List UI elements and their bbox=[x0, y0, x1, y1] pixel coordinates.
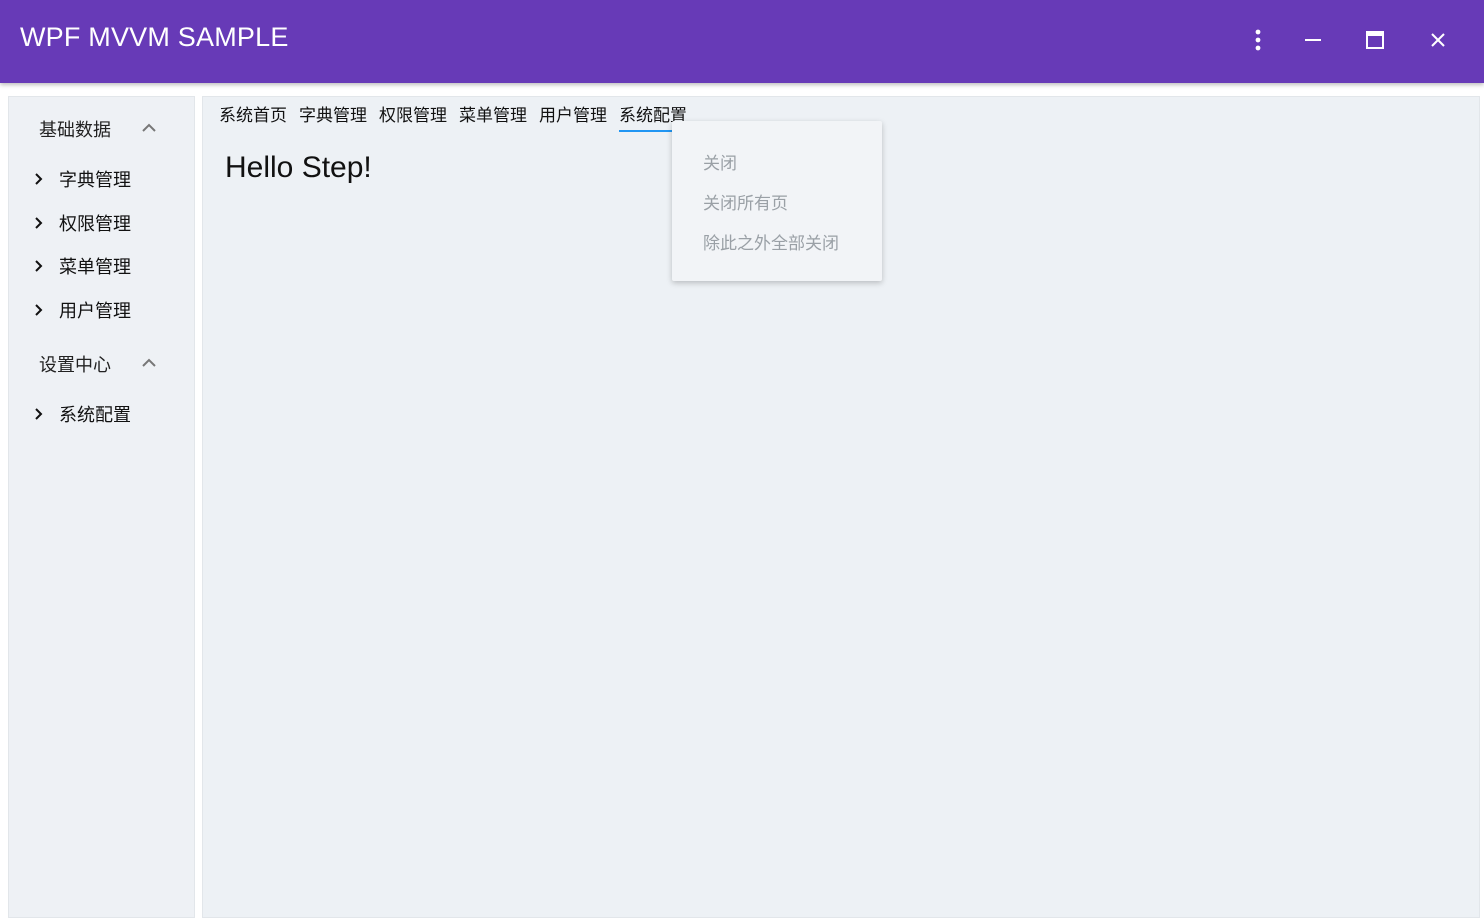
tab-strip: 系统首页 字典管理 权限管理 菜单管理 用户管理 系统配置 bbox=[219, 101, 699, 132]
sidebar-item-system-config[interactable]: 系统配置 bbox=[33, 398, 193, 430]
sidebar-item-permissions[interactable]: 权限管理 bbox=[33, 207, 193, 239]
sidebar: 基础数据 字典管理 权限管理 菜单管理 用户管理 设置中心 系统配置 bbox=[8, 96, 195, 918]
sidebar-item-label: 权限管理 bbox=[59, 214, 131, 235]
maximize-button[interactable] bbox=[1357, 22, 1393, 58]
sidebar-item-label: 字典管理 bbox=[59, 170, 131, 191]
chevron-right-icon bbox=[33, 407, 47, 421]
sidebar-group-basic-data[interactable]: 基础数据 bbox=[39, 114, 179, 144]
chevron-right-icon bbox=[33, 259, 47, 273]
sidebar-group-label: 基础数据 bbox=[39, 120, 111, 141]
tab-dictionary[interactable]: 字典管理 bbox=[299, 101, 367, 130]
sidebar-item-label: 菜单管理 bbox=[59, 257, 131, 278]
minimize-button[interactable] bbox=[1295, 22, 1331, 58]
sidebar-item-users[interactable]: 用户管理 bbox=[33, 294, 193, 326]
menu-item-close-others[interactable]: 除此之外全部关闭 bbox=[703, 229, 839, 254]
sidebar-item-label: 用户管理 bbox=[59, 301, 131, 322]
page-content-text: Hello Step! bbox=[225, 151, 372, 184]
tab-menus[interactable]: 菜单管理 bbox=[459, 101, 527, 130]
close-button[interactable] bbox=[1420, 22, 1456, 58]
close-icon bbox=[1430, 32, 1446, 48]
menu-item-close-all[interactable]: 关闭所有页 bbox=[703, 189, 788, 214]
sidebar-item-dictionary[interactable]: 字典管理 bbox=[33, 163, 193, 195]
tab-home[interactable]: 系统首页 bbox=[219, 101, 287, 130]
tab-permissions[interactable]: 权限管理 bbox=[379, 101, 447, 130]
chevron-right-icon bbox=[33, 172, 47, 186]
more-button[interactable] bbox=[1240, 22, 1276, 58]
maximize-icon bbox=[1366, 31, 1384, 49]
title-bar: WPF MVVM SAMPLE bbox=[0, 0, 1484, 83]
menu-item-close[interactable]: 关闭 bbox=[703, 149, 737, 174]
sidebar-item-label: 系统配置 bbox=[59, 405, 131, 426]
minimize-icon bbox=[1305, 32, 1321, 48]
chevron-up-icon bbox=[141, 120, 157, 140]
app-title: WPF MVVM SAMPLE bbox=[20, 22, 289, 52]
sidebar-group-label: 设置中心 bbox=[39, 355, 111, 376]
tab-context-menu: 关闭 关闭所有页 除此之外全部关闭 bbox=[672, 121, 882, 281]
chevron-up-icon bbox=[141, 355, 157, 375]
chevron-right-icon bbox=[33, 303, 47, 317]
tab-users[interactable]: 用户管理 bbox=[539, 101, 607, 130]
sidebar-group-settings-center[interactable]: 设置中心 bbox=[39, 349, 179, 379]
chevron-right-icon bbox=[33, 216, 47, 230]
more-vert-icon bbox=[1255, 29, 1261, 51]
sidebar-item-menus[interactable]: 菜单管理 bbox=[33, 250, 193, 282]
